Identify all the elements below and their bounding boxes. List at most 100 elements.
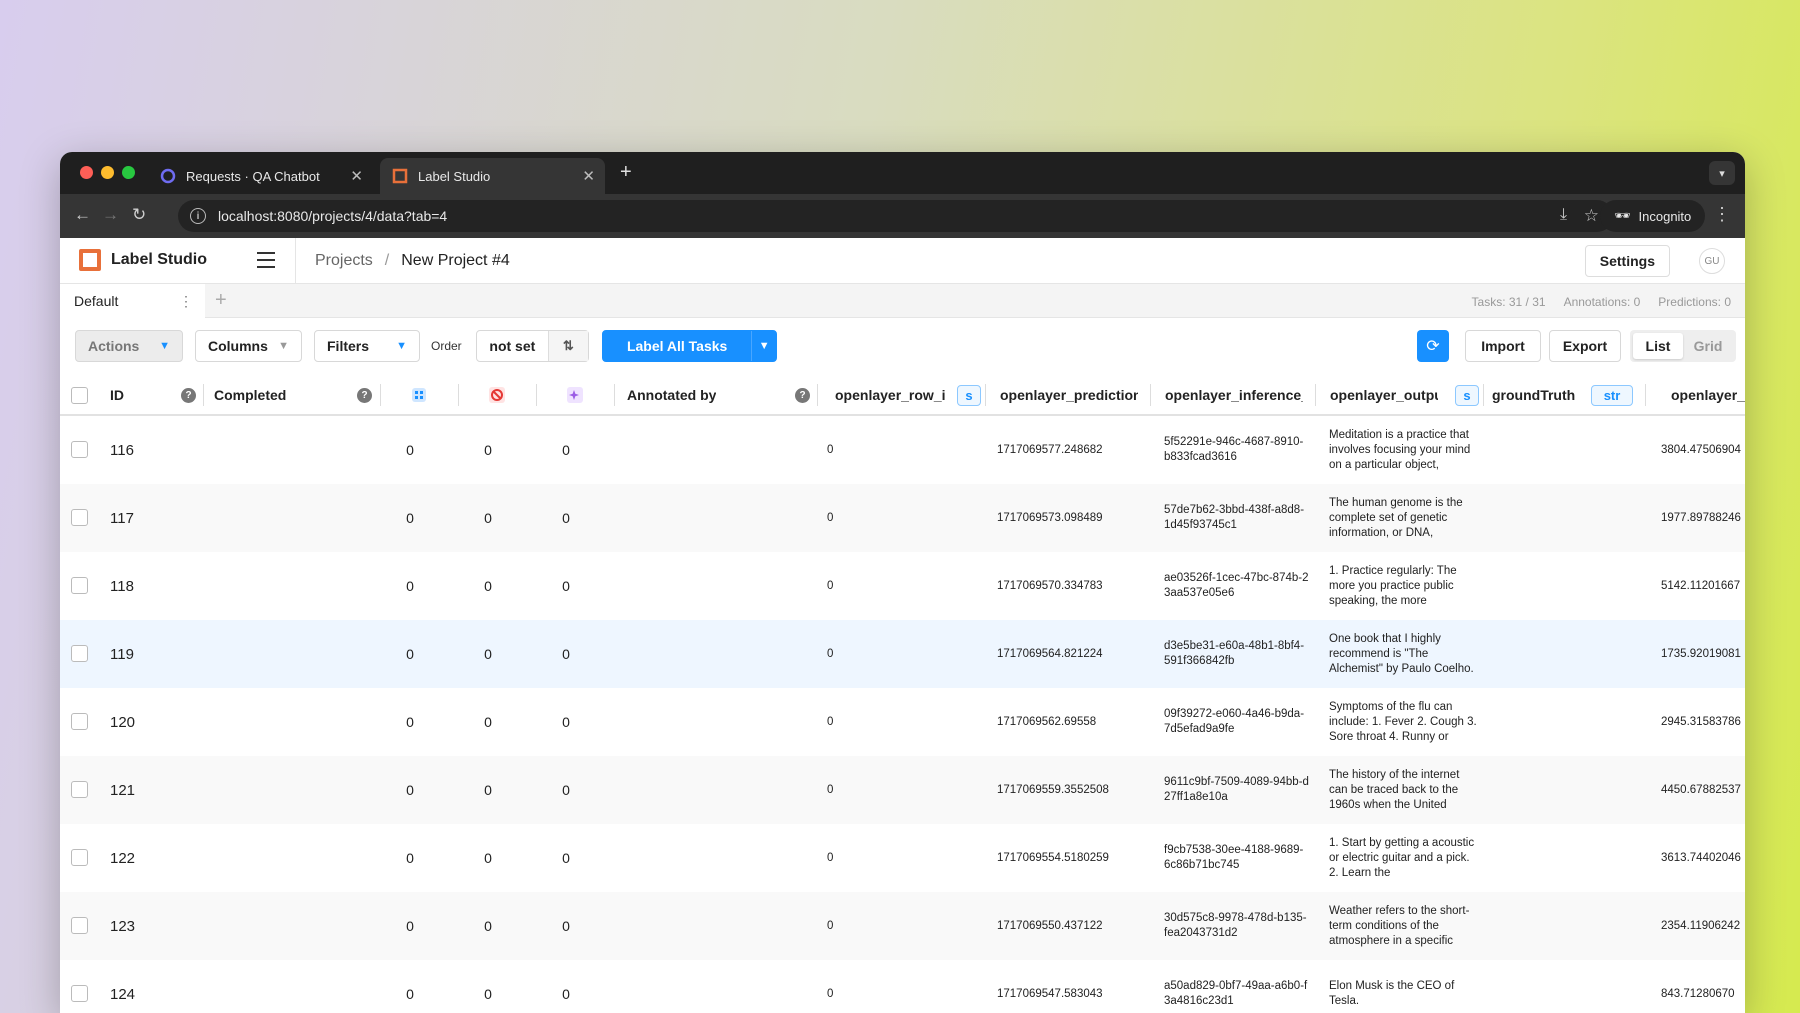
row-checkbox[interactable] [71, 577, 88, 594]
row-checkbox[interactable] [71, 441, 88, 458]
site-info-icon[interactable]: i [190, 208, 206, 224]
list-view-button[interactable]: List [1633, 333, 1683, 359]
cancelled-count: 0 [484, 782, 492, 798]
output-text: One book that I highly recommend is "The… [1329, 632, 1474, 675]
table-row[interactable]: 118 0 0 0 0 1717069570.334783 ae03526f-1cec-47… [60, 552, 1745, 620]
reload-icon[interactable]: ↻ [132, 205, 146, 225]
row-checkbox[interactable] [71, 985, 88, 1002]
total-annotations-count: 0 [406, 578, 414, 594]
browser-tab-label-studio[interactable]: Label Studio ✕ [380, 158, 605, 194]
latency-value: 4450.67882537 [1661, 783, 1741, 796]
columns-dropdown[interactable]: Columns ▼ [195, 330, 302, 362]
column-header-prediction[interactable]: openlayer_prediction_t [1000, 376, 1138, 414]
row-checkbox[interactable] [71, 509, 88, 526]
inference-id: d3e5be31-e60a-48b1-8bf4-591f366842fb [1164, 640, 1305, 667]
select-all-checkbox[interactable] [71, 387, 88, 404]
chevron-down-icon[interactable]: ▼ [751, 331, 776, 361]
column-header-completed[interactable]: Completed [214, 376, 286, 414]
column-header-latency[interactable]: openlayer_la [1671, 376, 1745, 414]
row-checkbox[interactable] [71, 917, 88, 934]
refresh-icon[interactable]: ⟳ [1417, 330, 1449, 362]
download-icon[interactable]: ⤓ [1560, 206, 1567, 224]
inference-id: 30d575c8-9978-478d-b135-fea2043731d2 [1164, 912, 1307, 939]
label-studio-favicon-icon [392, 168, 408, 184]
task-id: 117 [110, 509, 134, 527]
table-row[interactable]: 116 0 0 0 0 1717069577.248682 5f52291e-946c-46… [60, 416, 1745, 484]
column-header-annotated-by[interactable]: Annotated by [627, 376, 716, 414]
close-tab-icon[interactable]: ✕ [582, 167, 595, 185]
help-icon[interactable]: ? [357, 388, 372, 403]
hamburger-menu-icon[interactable] [257, 252, 275, 273]
bookmark-star-icon[interactable]: ☆ [1584, 206, 1599, 226]
output-text: The human genome is the complete set of … [1329, 496, 1463, 539]
row-checkbox[interactable] [71, 713, 88, 730]
breadcrumb-projects-link[interactable]: Projects [315, 252, 373, 270]
order-value: not set [489, 338, 536, 354]
view-tab-options-icon[interactable]: ⋮ [179, 293, 193, 310]
add-view-tab-icon[interactable]: + [215, 289, 227, 312]
row-checkbox[interactable] [71, 781, 88, 798]
app-logo[interactable]: Label Studio [79, 249, 207, 271]
type-badge[interactable]: s [1455, 385, 1479, 406]
table-row[interactable]: 117 0 0 0 0 1717069573.098489 57de7b62-3bbd-43… [60, 484, 1745, 552]
table-row[interactable]: 123 0 0 0 0 1717069550.437122 30d575c8-9978-47… [60, 892, 1745, 960]
browser-menu-icon[interactable]: ⋮ [1713, 204, 1731, 225]
row-checkbox[interactable] [71, 645, 88, 662]
column-header-row-id[interactable]: openlayer_row_id [835, 376, 945, 414]
output-text: The history of the internet can be trace… [1329, 768, 1460, 811]
predictions-count: 0 [562, 850, 570, 866]
column-header-id[interactable]: ID [110, 376, 124, 414]
tasks-count: Tasks: 31 / 31 [1471, 295, 1546, 309]
sparkle-icon[interactable] [567, 387, 583, 403]
prediction-timestamp: 1717069554.5180259 [997, 851, 1109, 864]
table-row[interactable]: 124 0 0 0 0 1717069547.583043 a50ad829-0bf7-49… [60, 960, 1745, 1013]
column-header-ground-truth[interactable]: groundTruth [1492, 376, 1575, 414]
export-button[interactable]: Export [1549, 330, 1621, 362]
close-tab-icon[interactable]: ✕ [350, 167, 363, 185]
column-header-output[interactable]: openlayer_output [1330, 376, 1438, 414]
order-select[interactable]: not set ⇅ [476, 330, 589, 362]
inference-id: 57de7b62-3bbd-438f-a8d8-1d45f93745c1 [1164, 504, 1305, 531]
view-tab-label: Default [74, 293, 119, 309]
incognito-badge[interactable]: 🕶 Incognito [1600, 200, 1706, 232]
browser-tab-qa-chatbot[interactable]: Requests · QA Chatbot ✕ [148, 158, 373, 194]
table-row[interactable]: 120 0 0 0 0 1717069562.69558 09f39272-e060-4a4… [60, 688, 1745, 756]
tab-search-icon[interactable]: ▾ [1709, 161, 1735, 185]
help-icon[interactable]: ? [181, 388, 196, 403]
grid-icon[interactable] [411, 387, 427, 403]
new-tab-icon[interactable]: + [620, 161, 632, 184]
label-all-tasks-label: Label All Tasks [626, 338, 728, 354]
ban-icon[interactable] [489, 387, 505, 403]
settings-button[interactable]: Settings [1584, 245, 1670, 277]
forward-icon[interactable]: → [102, 205, 119, 225]
actions-dropdown[interactable]: Actions ▼ [75, 330, 183, 362]
close-window-button[interactable] [80, 166, 93, 179]
table-row[interactable]: 121 0 0 0 0 1717069559.3552508 9611c9bf-7509-4… [60, 756, 1745, 824]
back-icon[interactable]: ← [74, 205, 91, 225]
maximize-window-button[interactable] [122, 166, 135, 179]
table-row[interactable]: 122 0 0 0 0 1717069554.5180259 f9cb7538-30ee-4… [60, 824, 1745, 892]
tab-title: Label Studio [418, 168, 491, 184]
label-all-tasks-button[interactable]: Label All Tasks ▼ [602, 330, 777, 362]
task-id: 122 [110, 849, 136, 867]
type-badge[interactable]: str [1591, 385, 1633, 406]
avatar[interactable]: GU [1699, 248, 1725, 274]
task-id: 121 [110, 781, 136, 799]
row-id-value: 0 [827, 579, 834, 592]
table-row[interactable]: 119 0 0 0 0 1717069564.821224 d3e5be31-e60a-48… [60, 620, 1745, 688]
task-id: 123 [110, 917, 136, 935]
output-text: 1. Start by getting a acoustic or electr… [1329, 836, 1475, 879]
inference-id: f9cb7538-30ee-4188-9689-6c86b71bc745 [1164, 844, 1304, 871]
predictions-count: Predictions: 0 [1658, 295, 1731, 309]
help-icon[interactable]: ? [795, 388, 810, 403]
type-badge[interactable]: s [957, 385, 981, 406]
import-button[interactable]: Import [1465, 330, 1541, 362]
filters-dropdown[interactable]: Filters ▼ [314, 330, 420, 362]
column-header-inference[interactable]: openlayer_inference_ic [1165, 376, 1303, 414]
minimize-window-button[interactable] [101, 166, 114, 179]
sort-direction-icon[interactable]: ⇅ [547, 331, 588, 361]
view-tab-default[interactable]: Default ⋮ [60, 284, 205, 318]
grid-view-button[interactable]: Grid [1683, 338, 1733, 354]
row-checkbox[interactable] [71, 849, 88, 866]
address-bar[interactable]: i localhost:8080/projects/4/data?tab=4 ☆ [178, 200, 1613, 232]
